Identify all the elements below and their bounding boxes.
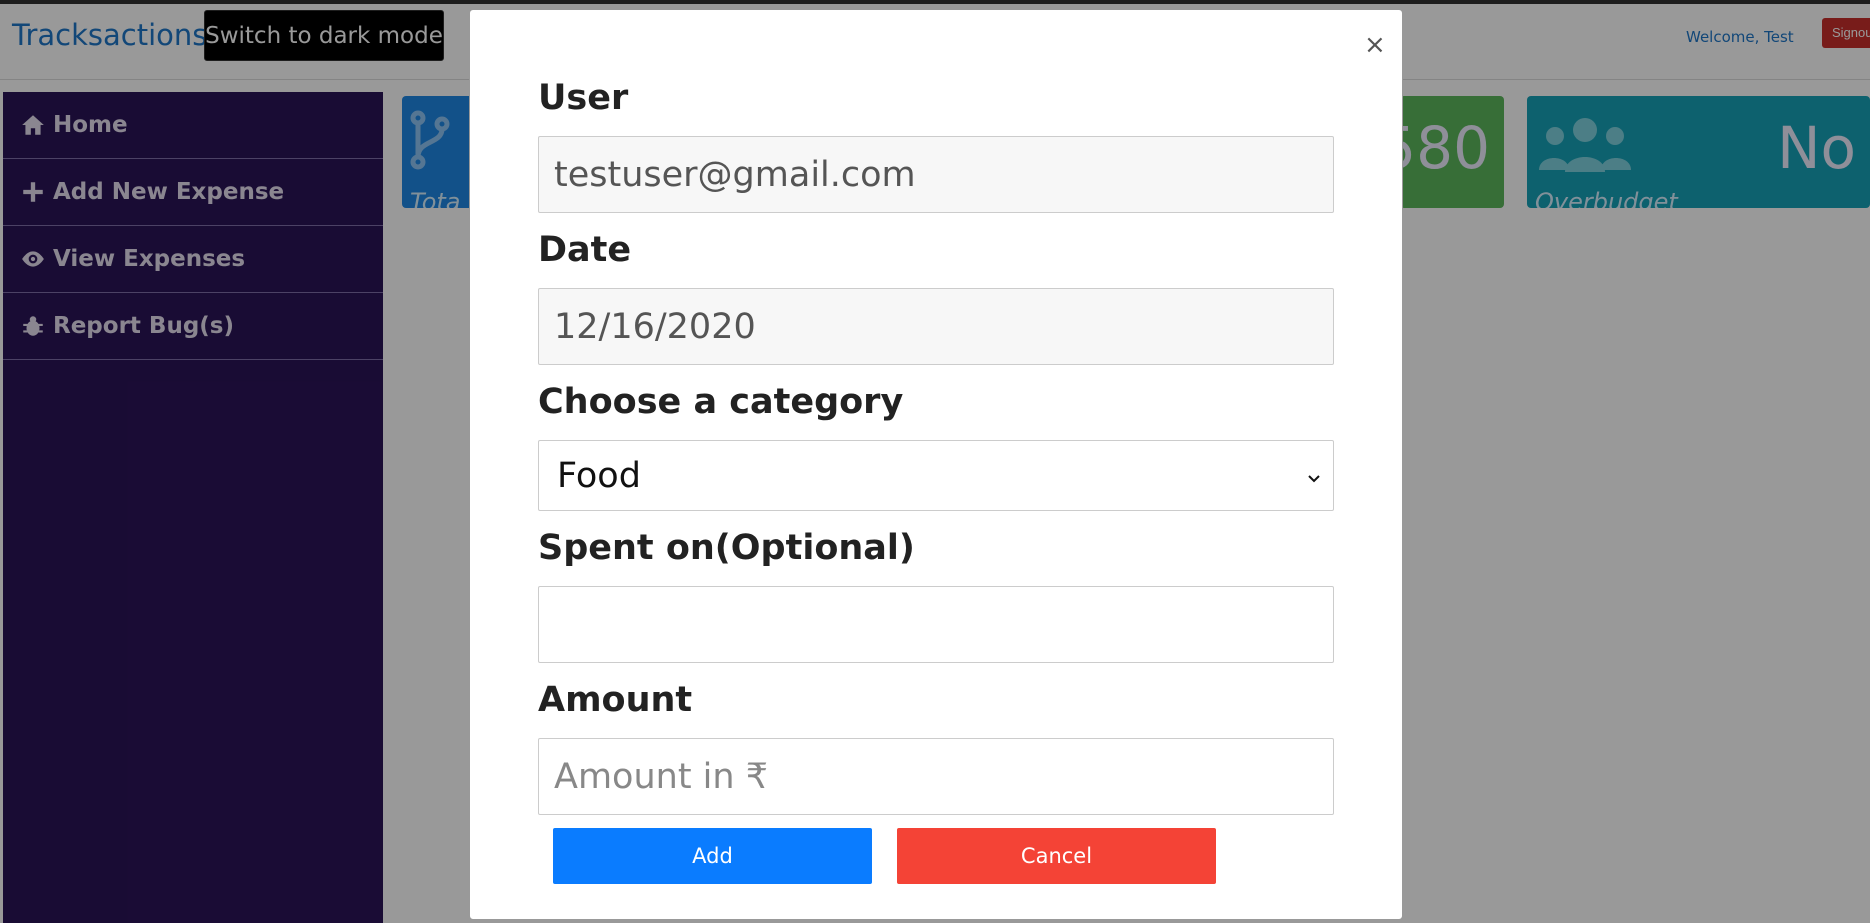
close-button[interactable]: × [1364,32,1386,58]
add-button[interactable]: Add [553,828,872,884]
category-value: Food [557,455,641,496]
amount-placeholder: Amount in ₹ [554,756,768,797]
amount-label: Amount [538,680,693,720]
user-value: testuser@gmail.com [554,154,916,195]
category-select[interactable]: Food [538,440,1334,511]
user-field[interactable]: testuser@gmail.com [538,136,1334,213]
amount-field[interactable]: Amount in ₹ [538,738,1334,815]
date-label: Date [538,230,632,270]
chevron-down-icon [1308,475,1320,483]
date-field[interactable]: 12/16/2020 [538,288,1334,365]
user-label: User [538,78,629,118]
category-label: Choose a category [538,382,904,422]
date-value: 12/16/2020 [554,306,756,347]
spent-on-field[interactable] [538,586,1334,663]
cancel-button[interactable]: Cancel [897,828,1216,884]
add-expense-modal: × User testuser@gmail.com Date 12/16/202… [469,9,1403,920]
spent-on-label: Spent on(Optional) [538,528,915,568]
